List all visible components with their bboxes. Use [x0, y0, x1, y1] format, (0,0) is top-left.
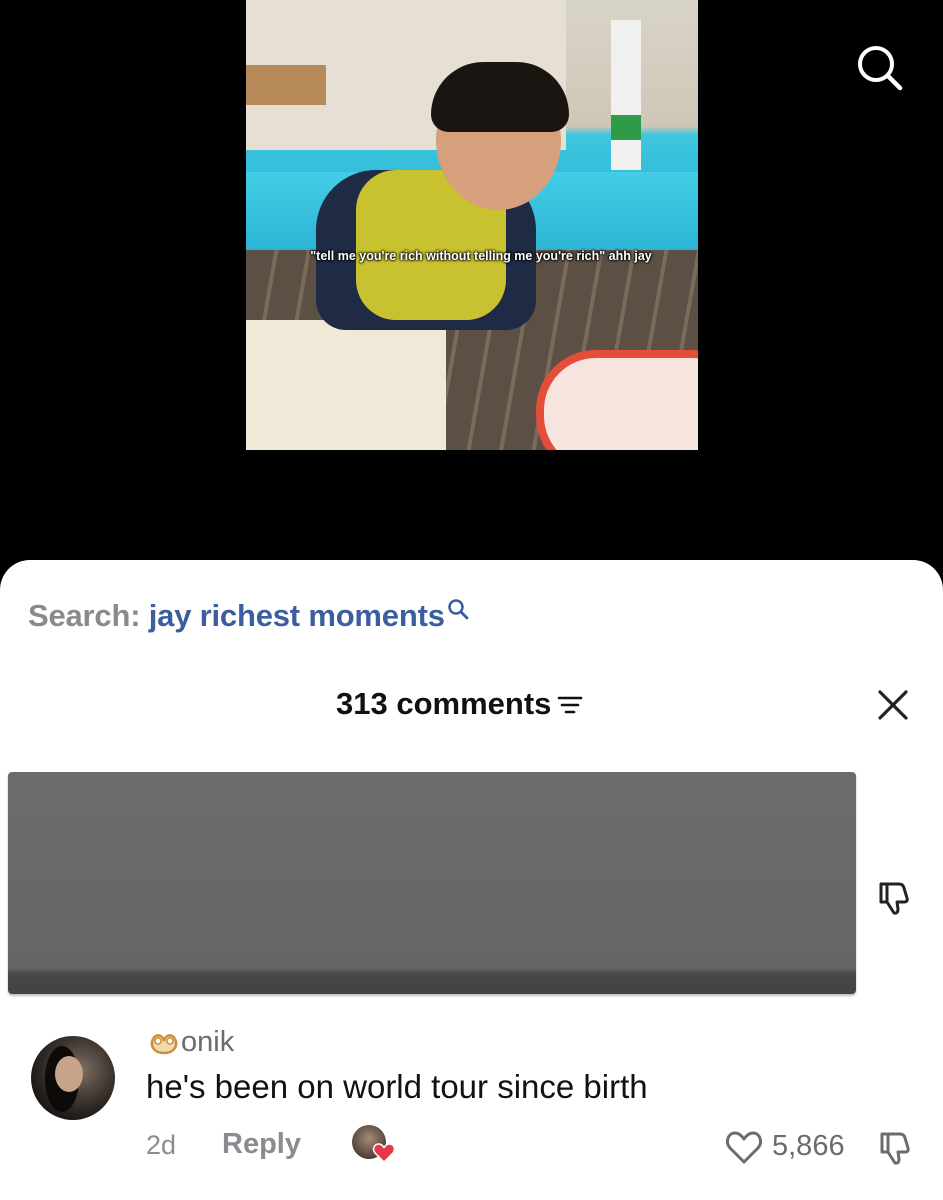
video-thumbnail[interactable]: "tell me you're rich without telling me … — [246, 0, 698, 450]
dislike-icon[interactable] — [874, 1128, 914, 1168]
username-text: onik — [181, 1026, 235, 1058]
search-icon[interactable] — [447, 598, 469, 622]
related-search[interactable]: Search: jay richest moments — [28, 598, 469, 634]
boy-hair — [431, 62, 569, 132]
avatar[interactable] — [31, 1036, 115, 1120]
comments-count-label: 313 comments — [336, 686, 552, 721]
background-roof — [246, 65, 326, 105]
comments-count: 313 comments — [336, 686, 583, 722]
search-term[interactable]: jay richest moments — [149, 598, 445, 633]
reply-button[interactable]: Reply — [222, 1128, 301, 1161]
redacted-comment-block — [8, 772, 856, 994]
background-pillar — [611, 20, 641, 170]
background-pillar-band — [611, 115, 641, 140]
avatar-face — [55, 1056, 83, 1092]
heart-icon — [372, 1143, 396, 1164]
comment-username[interactable]: onik — [147, 1026, 234, 1059]
video-caption: "tell me you're rich without telling me … — [310, 249, 652, 263]
search-icon[interactable] — [852, 40, 904, 92]
filter-lines-icon[interactable] — [557, 693, 583, 715]
close-icon[interactable] — [876, 688, 910, 722]
heart-outline-icon[interactable] — [724, 1128, 764, 1166]
search-label: Search: — [28, 598, 149, 633]
like-count: 5,866 — [772, 1130, 845, 1162]
pool-float — [536, 350, 698, 450]
comment-text: he's been on world tour since birth — [146, 1068, 648, 1105]
dislike-icon[interactable] — [873, 878, 913, 918]
pretzel-icon — [150, 1033, 178, 1054]
towel — [246, 320, 446, 450]
video-area[interactable]: "tell me you're rich without telling me … — [0, 0, 943, 580]
comment-time: 2d — [146, 1130, 177, 1160]
